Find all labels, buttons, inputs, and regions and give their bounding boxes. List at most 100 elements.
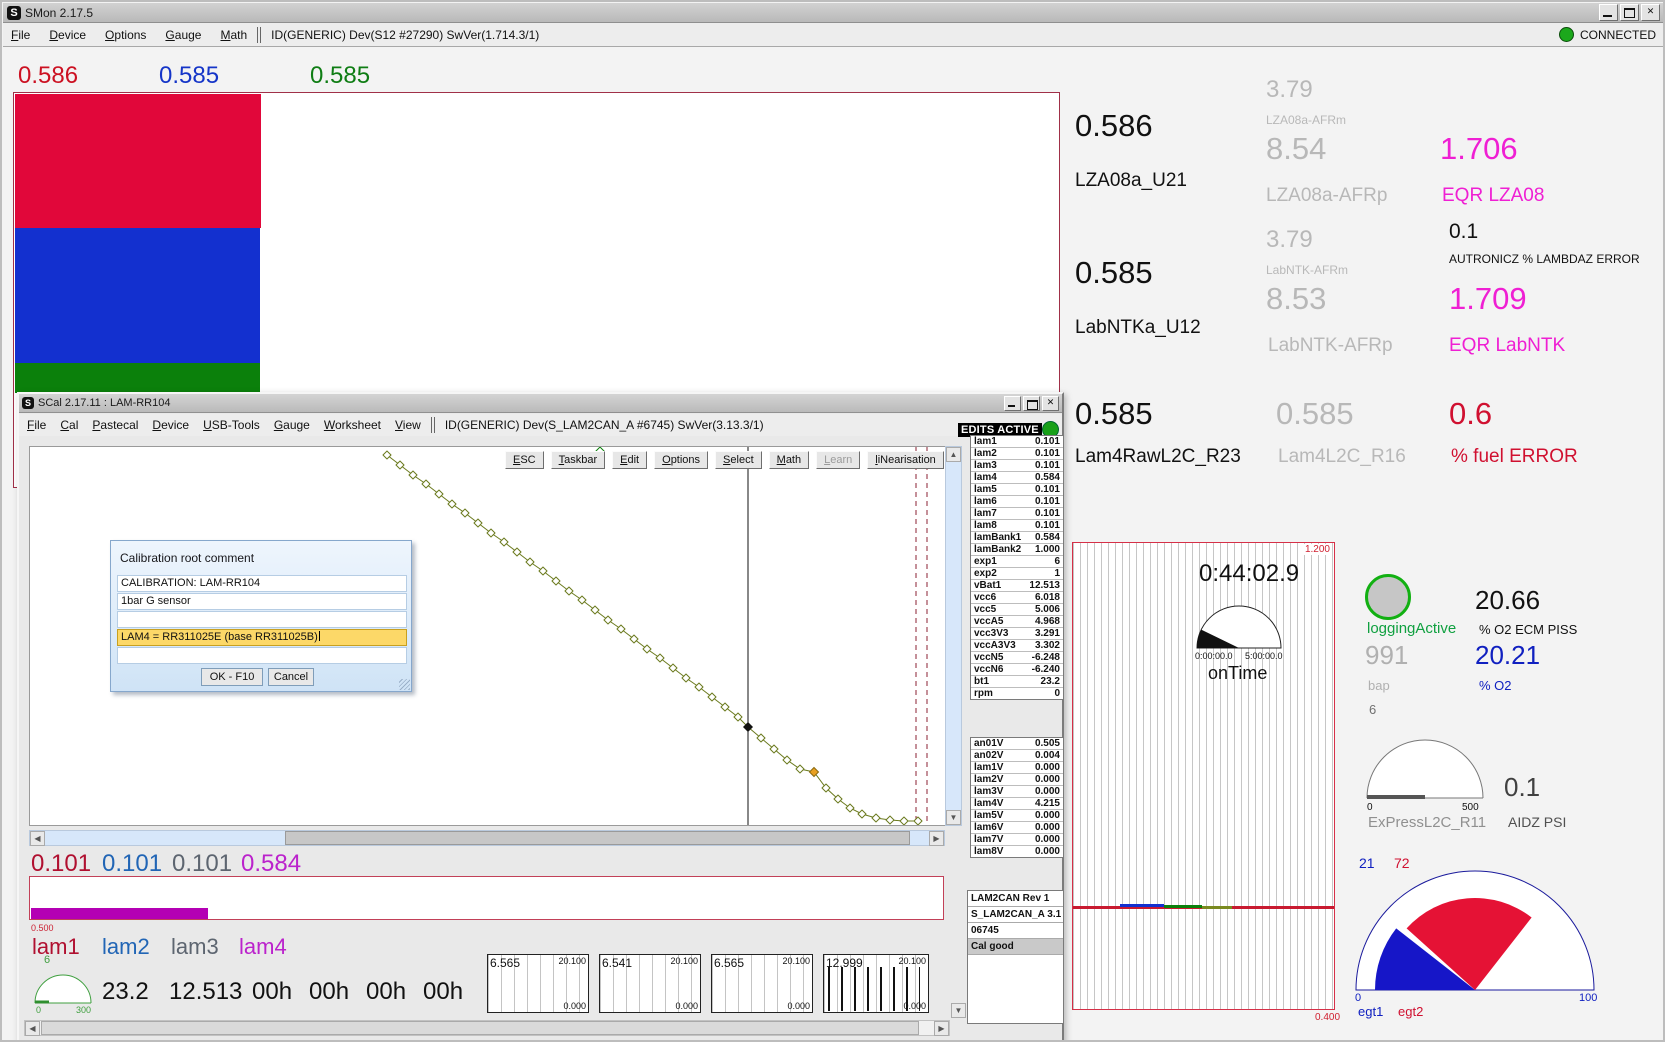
table-row[interactable]: lam3V 0.000 [971, 786, 1063, 798]
scal-titlebar[interactable]: S SCal 2.17.11 : LAM-RR104 [19, 394, 1062, 413]
device-info-line: Cal good [968, 939, 1063, 955]
table-row[interactable]: lam7 0.101 [971, 508, 1063, 520]
o2-ecm-label: % O2 ECM PISS [1479, 622, 1577, 637]
minimize-icon[interactable] [1599, 4, 1618, 21]
scroll-right-icon[interactable] [934, 1021, 949, 1036]
menu-item[interactable]: Math [220, 28, 247, 42]
channel-value: 23.2 [1041, 676, 1060, 687]
table-row[interactable]: lamBank1 0.584 [971, 532, 1063, 544]
toolbar-button[interactable]: liNearisation [867, 451, 944, 469]
table-row[interactable]: lam8V 0.000 [971, 846, 1063, 857]
scroll-up-icon[interactable] [946, 447, 961, 462]
table-row[interactable]: lam6V 0.000 [971, 822, 1063, 834]
comment-field[interactable]: CALIBRATION: LAM-RR104 [117, 575, 407, 592]
hours-value-3: 00h [366, 978, 406, 1006]
menu-item[interactable]: Pastecal [92, 418, 138, 432]
table-row[interactable]: lam3 0.101 [971, 460, 1063, 472]
channel-name: lam4 [974, 472, 997, 483]
resize-grip-icon[interactable] [399, 679, 410, 690]
menu-item[interactable]: Gauge [274, 418, 310, 432]
toolbar-button[interactable]: Math [769, 451, 809, 469]
mini-chart[interactable]: 12.999 20.100 0.000 [823, 954, 929, 1013]
table-row[interactable]: vccN5 -6.248 [971, 652, 1063, 664]
table-row[interactable]: rpm 0 [971, 688, 1063, 699]
comment-field[interactable]: 1bar G sensor [117, 593, 407, 610]
scal-close-icon[interactable] [1042, 396, 1059, 411]
table-row[interactable]: lam4 0.584 [971, 472, 1063, 484]
menu-item[interactable]: USB-Tools [203, 418, 260, 432]
graph-vertical-scrollbar[interactable] [945, 446, 962, 826]
menu-item[interactable]: File [11, 28, 30, 42]
table-row[interactable]: vBat1 12.513 [971, 580, 1063, 592]
table-row[interactable]: lam1V 0.000 [971, 762, 1063, 774]
mini-chart[interactable]: 6.541 20.100 0.000 [599, 954, 701, 1013]
toolbar-button[interactable]: Taskbar [551, 451, 606, 469]
table-row[interactable]: vcc3V3 3.291 [971, 628, 1063, 640]
mini-chart[interactable]: 6.565 20.100 0.000 [487, 954, 589, 1013]
toolbar-button[interactable]: Learn [816, 451, 860, 469]
table-row[interactable]: lam5V 0.000 [971, 810, 1063, 822]
comment-field[interactable] [117, 647, 407, 664]
scal-minimize-icon[interactable] [1004, 396, 1021, 411]
table-row[interactable]: exp1 6 [971, 556, 1063, 568]
menu-item[interactable]: Worksheet [324, 418, 381, 432]
lza08a-value: 0.586 [1075, 108, 1153, 144]
comment-field[interactable] [117, 611, 407, 628]
smon-titlebar[interactable]: S SMon 2.17.5 [3, 3, 1664, 23]
table-row[interactable]: bt1 23.2 [971, 676, 1063, 688]
lam2-value: 0.101 [102, 850, 162, 878]
table-row[interactable]: lamBank2 1.000 [971, 544, 1063, 556]
panel-scroll-down-icon[interactable] [951, 1003, 966, 1018]
menu-item[interactable]: Gauge [165, 28, 201, 42]
table-row[interactable]: vccA3V3 3.302 [971, 640, 1063, 652]
table-row[interactable]: vccN6 -6.240 [971, 664, 1063, 676]
scroll-left-icon[interactable] [30, 831, 45, 846]
scal-bottom-scrollbar[interactable] [24, 1020, 950, 1036]
scrollbar-thumb[interactable] [41, 1021, 919, 1035]
table-row[interactable]: lam4V 4.215 [971, 798, 1063, 810]
ok-button[interactable]: OK - F10 [201, 668, 263, 686]
scroll-left-icon[interactable] [25, 1021, 40, 1036]
table-row[interactable]: vcc5 5.006 [971, 604, 1063, 616]
lam4-value: 0.584 [241, 850, 301, 878]
menu-item[interactable]: Cal [60, 418, 78, 432]
ontime-max-label: 5:00:00.0 [1245, 651, 1283, 661]
table-row[interactable]: lam2V 0.000 [971, 774, 1063, 786]
device-info-line: LAM2CAN Rev 1 [968, 891, 1063, 907]
mini-chart[interactable]: 6.565 20.100 0.000 [711, 954, 813, 1013]
table-row[interactable]: vccA5 4.968 [971, 616, 1063, 628]
table-row[interactable]: lam1 0.101 [971, 436, 1063, 448]
close-icon[interactable] [1641, 4, 1660, 21]
table-row[interactable]: lam5 0.101 [971, 484, 1063, 496]
table-row[interactable]: lam2 0.101 [971, 448, 1063, 460]
table-row[interactable]: lam6 0.101 [971, 496, 1063, 508]
bar-red [15, 94, 261, 228]
scrollbar-thumb[interactable] [285, 831, 910, 845]
maximize-icon[interactable] [1620, 4, 1639, 21]
graph-horizontal-scrollbar[interactable] [29, 830, 945, 846]
toolbar-button[interactable]: Options [654, 451, 708, 469]
labntka-label: LabNTKa_U12 [1075, 317, 1201, 339]
table-row[interactable]: lam7V 0.000 [971, 834, 1063, 846]
scroll-right-icon[interactable] [929, 831, 944, 846]
channel-value: 0.101 [1035, 484, 1060, 495]
table-row[interactable]: vcc6 6.018 [971, 592, 1063, 604]
table-row[interactable]: an02V 0.004 [971, 750, 1063, 762]
channel-name: vBat1 [974, 580, 1001, 591]
menu-item[interactable]: Options [105, 28, 146, 42]
menu-item[interactable]: Device [49, 28, 86, 42]
menu-item[interactable]: File [27, 418, 46, 432]
scroll-down-icon[interactable] [946, 810, 961, 825]
menu-item[interactable]: View [395, 418, 421, 432]
toolbar-button[interactable]: Edit [612, 451, 647, 469]
toolbar-button[interactable]: Select [715, 451, 762, 469]
toolbar-button[interactable]: ESC [505, 451, 544, 469]
cancel-button[interactable]: Cancel [268, 668, 314, 686]
table-row[interactable]: an01V 0.505 [971, 738, 1063, 750]
lam4l2c-label: Lam4L2C_R16 [1278, 446, 1406, 468]
menu-item[interactable]: Device [152, 418, 189, 432]
comment-field[interactable]: LAM4 = RR311025E (base RR311025B) [117, 629, 407, 646]
table-row[interactable]: exp2 1 [971, 568, 1063, 580]
scal-maximize-icon[interactable] [1023, 396, 1040, 411]
table-row[interactable]: lam8 0.101 [971, 520, 1063, 532]
